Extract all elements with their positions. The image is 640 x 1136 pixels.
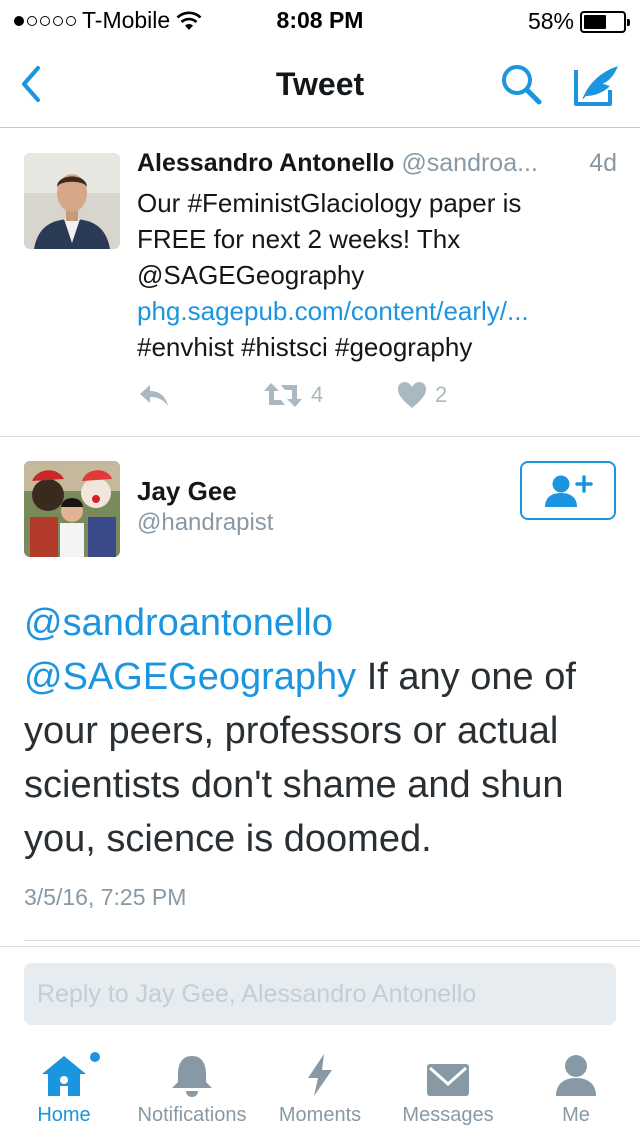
follow-button[interactable] (520, 461, 616, 520)
battery-percent: 58% (527, 8, 574, 34)
battery-fill (584, 14, 607, 29)
new-tweets-dot (90, 1052, 100, 1062)
tab-label: Home (37, 1104, 91, 1126)
mention-link[interactable]: @SAGEGeography (24, 656, 356, 698)
tab-messages[interactable]: Messages (394, 1038, 502, 1136)
reply-bar (0, 946, 640, 1038)
author-name[interactable]: Alessandro Antonello (137, 149, 394, 177)
tab-label: Me (562, 1104, 590, 1126)
tab-moments[interactable]: Moments (272, 1038, 368, 1136)
tab-home[interactable]: Home (18, 1038, 110, 1136)
avatar-image (24, 153, 120, 249)
author-name[interactable]: Jay Gee (137, 476, 237, 507)
retweet-count: 4 (311, 382, 324, 407)
battery-icon (580, 10, 630, 33)
avatar-jay-gee[interactable] (24, 461, 120, 557)
parent-tweet-header: Alessandro Antonello @sandroa... 4d (137, 149, 617, 183)
reply-icon (140, 385, 168, 406)
divider (24, 940, 640, 941)
compose-quill-icon (574, 66, 618, 106)
home-icon (40, 1038, 100, 1098)
like-button[interactable]: 2 (397, 381, 447, 409)
person-icon (554, 1038, 598, 1098)
avatar-alessandro[interactable] (24, 153, 120, 249)
tweet-line: Our #FeministGlaciology paper is (137, 188, 522, 218)
tweet-link[interactable]: phg.sagepub.com/content/early/... (137, 293, 607, 329)
envelope-icon (426, 1038, 470, 1098)
tweet-age: 4d (589, 149, 617, 177)
tab-notifications[interactable]: Notifications (128, 1038, 256, 1136)
lightning-icon (304, 1038, 336, 1098)
status-bar: T-Mobile 8:08 PM 58% (0, 0, 640, 40)
tab-me[interactable]: Me (540, 1038, 612, 1136)
tab-label: Moments (278, 1104, 362, 1126)
heart-icon (398, 382, 426, 408)
tab-bar: Home Notifications Moments Messages Me (0, 1038, 640, 1136)
like-count: 2 (435, 382, 448, 407)
add-user-icon (545, 474, 593, 507)
avatar-image (24, 461, 120, 557)
tweet-timestamp: 3/5/16, 7:25 PM (24, 884, 187, 910)
author-handle[interactable]: @sandroa... (401, 149, 538, 177)
main-tweet-text: @sandroantonello @SAGEGeography If any on… (24, 596, 624, 866)
search-button[interactable] (496, 60, 546, 110)
search-icon (502, 65, 542, 105)
reply-input[interactable] (24, 963, 616, 1025)
tweet-line: #envhist #histsci #geography (137, 332, 473, 362)
tweet-actions: 4 2 (137, 381, 577, 417)
tweet-line: FREE for next 2 weeks! Thx (137, 224, 461, 254)
bell-icon (170, 1038, 214, 1098)
parent-tweet-text: Our #FeministGlaciology paper is FREE fo… (137, 185, 607, 365)
tab-label: Messages (402, 1104, 494, 1126)
tab-label: Notifications (137, 1104, 247, 1126)
nav-bar: Tweet (0, 40, 640, 128)
tweet-line: @SAGEGeography (137, 260, 365, 290)
author-handle[interactable]: @handrapist (137, 509, 273, 537)
compose-button[interactable] (568, 60, 624, 110)
mention-link[interactable]: @sandroantonello (24, 602, 333, 644)
retweet-button[interactable]: 4 (263, 381, 323, 409)
retweet-icon (264, 383, 302, 407)
parent-tweet[interactable]: Alessandro Antonello @sandroa... 4d Our … (0, 129, 640, 437)
battery-status: 58% (527, 8, 630, 35)
reply-button[interactable] (137, 381, 171, 409)
